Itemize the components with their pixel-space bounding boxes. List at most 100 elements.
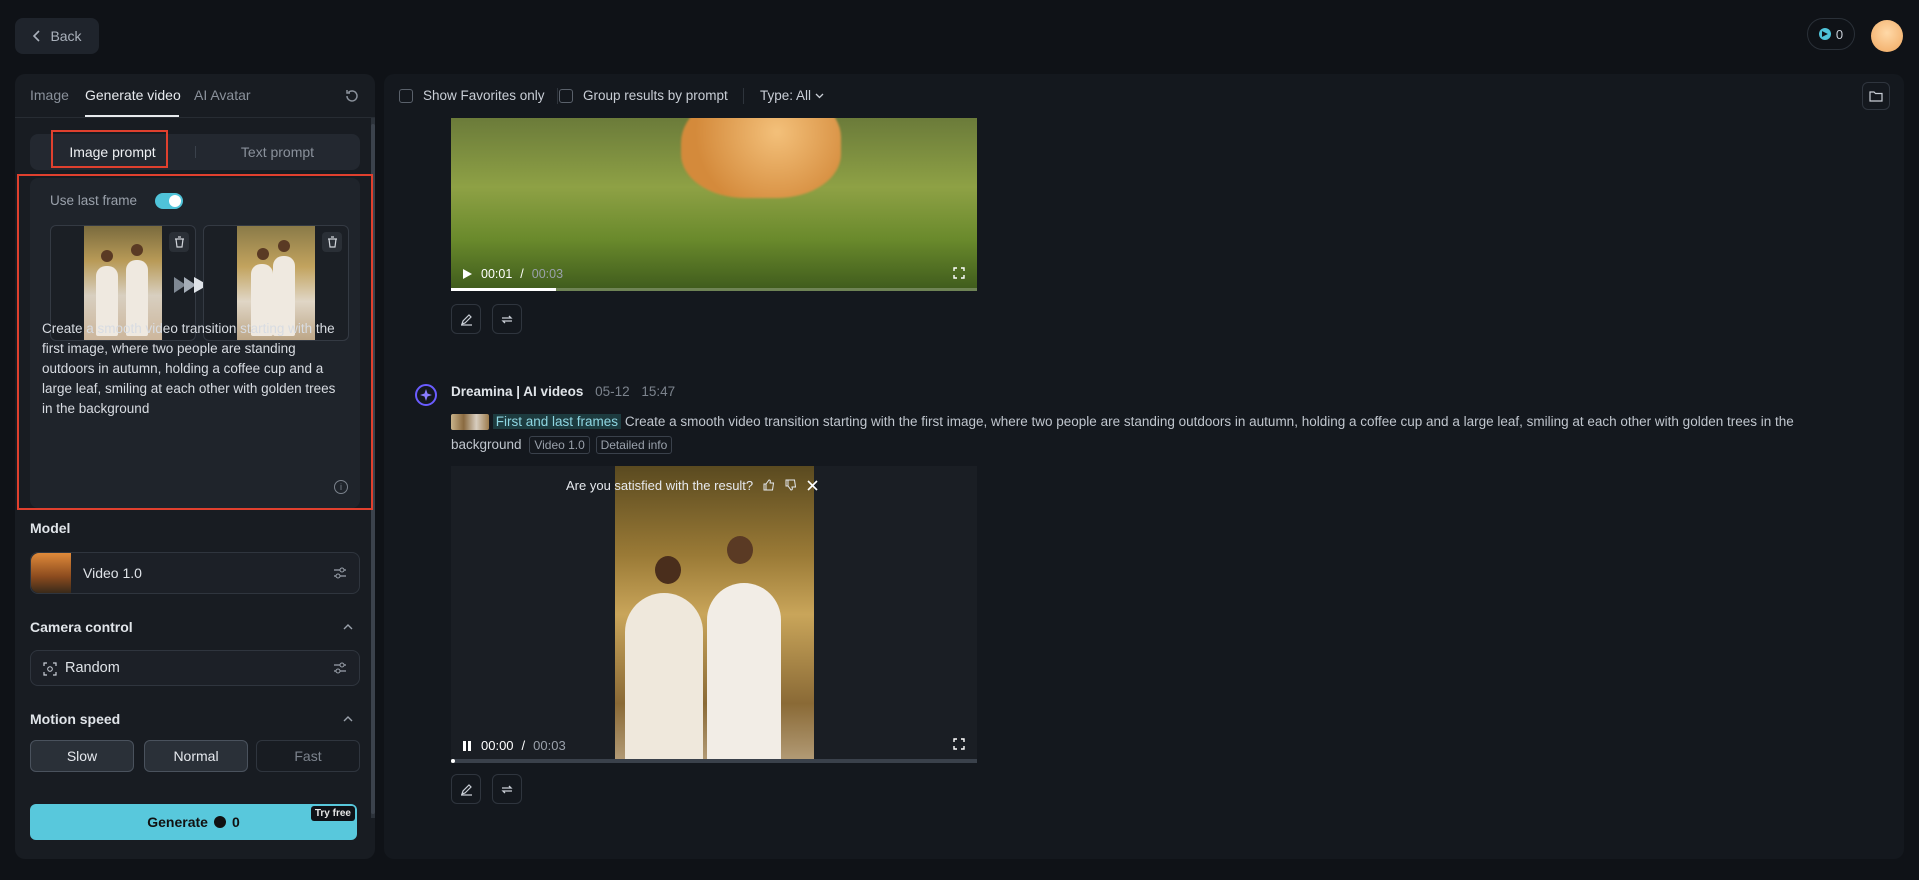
pause-icon[interactable]	[461, 740, 473, 752]
model-thumbnail	[31, 553, 71, 593]
highlight-prompt-card	[17, 174, 373, 510]
camera-control-value: Random	[65, 660, 120, 676]
credits-badge[interactable]: 0	[1807, 18, 1855, 50]
pencil-icon	[460, 313, 472, 326]
video-time-total: 00:03	[533, 738, 566, 753]
camera-focus-icon	[43, 662, 57, 676]
time-separator: /	[520, 267, 524, 281]
play-icon[interactable]	[461, 268, 473, 280]
motion-speed-label: Motion speed	[30, 711, 121, 727]
regenerate-button[interactable]	[492, 304, 522, 334]
type-dropdown[interactable]: Type: All	[760, 88, 824, 103]
credit-coin-icon	[1818, 28, 1831, 40]
generate-panel: Image Generate video AI Avatar Image pro…	[15, 74, 375, 859]
thumbs-up-icon[interactable]	[763, 479, 775, 491]
time-separator: /	[521, 738, 526, 753]
model-selector[interactable]: Video 1.0	[30, 552, 360, 594]
satisfaction-prompt: Are you satisfied with the result?	[566, 474, 818, 496]
settings-sliders-icon[interactable]	[333, 661, 347, 675]
settings-sliders-icon[interactable]	[333, 566, 347, 580]
favorites-filter[interactable]: Show Favorites only	[399, 88, 545, 103]
type-label: Type: All	[760, 88, 812, 103]
back-button[interactable]: Back	[15, 18, 99, 54]
try-free-badge: Try free	[310, 806, 355, 821]
satisfaction-text: Are you satisfied with the result?	[566, 477, 754, 493]
model-value: Video 1.0	[83, 565, 142, 581]
edit-button[interactable]	[451, 304, 481, 334]
video-player[interactable]: 00:01 / 00:03	[451, 118, 977, 291]
tab-generate-video[interactable]: Generate video	[85, 87, 181, 103]
video-progress-handle[interactable]	[451, 759, 455, 763]
result-date: 05-12	[595, 384, 630, 399]
cat-image	[681, 118, 841, 198]
repeat-icon	[501, 785, 513, 793]
folder-button[interactable]	[1862, 82, 1890, 110]
speed-normal-button[interactable]: Normal	[144, 740, 248, 772]
group-checkbox[interactable]	[559, 88, 573, 103]
edit-button[interactable]	[451, 774, 481, 804]
video-progress-fill	[451, 288, 557, 291]
avatar[interactable]	[1871, 20, 1903, 52]
result-time: 15:47	[641, 384, 676, 399]
person-head	[727, 536, 753, 564]
video-progress-bar[interactable]	[451, 288, 977, 291]
speed-slow-button[interactable]: Slow	[30, 740, 134, 772]
video-time-current: 00:00	[481, 738, 514, 753]
result-header: Dreamina | AI videos 05-12 15:47	[451, 384, 675, 399]
group-label: Group results by prompt	[583, 88, 728, 103]
reset-icon[interactable]	[343, 87, 361, 105]
detailed-info-tag[interactable]: Detailed info	[595, 436, 673, 454]
favorites-label: Show Favorites only	[423, 88, 545, 103]
credit-coin-icon	[213, 816, 226, 828]
chevron-down-icon	[815, 93, 824, 98]
chevron-up-icon[interactable]	[343, 715, 353, 723]
person-head	[655, 556, 681, 584]
bot-name: Dreamina | AI videos	[451, 384, 584, 399]
video-progress-bar[interactable]	[451, 759, 977, 763]
video-controls: 00:01 / 00:03	[461, 267, 563, 281]
result-video-player[interactable]: Are you satisfied with the result? 00:00…	[451, 466, 977, 763]
tab-ai-avatar[interactable]: AI Avatar	[194, 87, 251, 103]
active-tab-indicator	[85, 115, 179, 117]
result-video-frame	[615, 466, 814, 763]
folder-icon	[1869, 91, 1883, 102]
chevron-left-icon	[33, 30, 41, 42]
camera-control-selector[interactable]: Random	[30, 650, 360, 686]
camera-control-label: Camera control	[30, 619, 133, 635]
repeat-icon	[501, 315, 513, 323]
filter-divider	[557, 88, 558, 104]
highlight-image-prompt	[51, 130, 168, 168]
switch-divider	[195, 146, 196, 158]
generate-label: Generate	[147, 814, 208, 830]
person-figure	[707, 583, 781, 763]
results-area: Show Favorites only Group results by pro…	[384, 74, 1904, 859]
close-icon[interactable]	[807, 479, 818, 491]
group-filter[interactable]: Group results by prompt	[559, 88, 728, 103]
favorites-checkbox[interactable]	[399, 88, 413, 103]
video-time-total: 00:03	[531, 267, 564, 281]
fullscreen-icon[interactable]	[953, 267, 965, 279]
thumbs-down-icon[interactable]	[785, 479, 797, 491]
credits-count: 0	[1835, 26, 1844, 42]
video-time-current: 00:01	[481, 267, 513, 281]
model-label: Model	[30, 520, 71, 536]
text-prompt-button[interactable]: Text prompt	[210, 134, 345, 170]
back-label: Back	[50, 28, 82, 44]
filter-divider	[743, 88, 744, 104]
chevron-up-icon[interactable]	[343, 623, 353, 631]
video-controls: 00:00 / 00:03	[461, 738, 566, 753]
generate-cost: 0	[231, 814, 240, 830]
tab-image[interactable]: Image	[30, 87, 69, 103]
fullscreen-icon[interactable]	[953, 738, 965, 750]
regenerate-button[interactable]	[492, 774, 522, 804]
mode-tabs: Image Generate video AI Avatar	[15, 74, 375, 118]
generate-button[interactable]: Generate 0 Try free	[30, 804, 357, 840]
model-tag: Video 1.0	[529, 436, 590, 454]
result-prompt: First and last frames Create a smooth vi…	[451, 410, 1801, 456]
speed-fast-button[interactable]: Fast	[256, 740, 360, 772]
sparkle-icon	[420, 389, 432, 401]
pencil-icon	[460, 783, 472, 796]
person-figure	[625, 593, 703, 763]
frames-thumbnails	[451, 414, 489, 431]
bot-avatar	[415, 384, 437, 406]
